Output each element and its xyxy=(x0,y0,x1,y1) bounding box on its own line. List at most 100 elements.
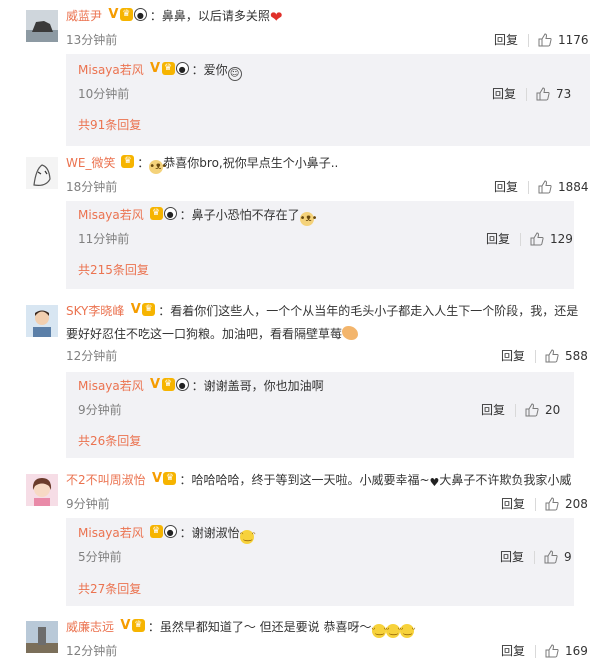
user-badges: ♛ ● xyxy=(149,525,178,546)
smiling-face-icon: ᵕ‿ᵕ xyxy=(399,624,416,638)
verified-v-icon: V xyxy=(130,302,141,317)
reply-colon: ： xyxy=(179,208,192,222)
reply-button[interactable]: 回复 xyxy=(501,640,525,662)
avatar[interactable] xyxy=(26,157,58,189)
like-count: 1176 xyxy=(558,33,589,47)
comment-time: 12分钟前 xyxy=(66,644,118,658)
like-button[interactable]: 9 xyxy=(544,546,572,568)
divider xyxy=(528,34,529,47)
like-button[interactable]: 20 xyxy=(525,399,560,421)
reply-button[interactable]: 回复 xyxy=(494,29,518,51)
member-crown-icon: ♛ xyxy=(119,8,133,21)
tongue-face-icon: ᵔ‿ᵔ xyxy=(239,530,256,544)
reply-time: 5分钟前 xyxy=(78,550,122,564)
like-button[interactable]: 129 xyxy=(530,228,573,250)
reply-button[interactable]: 回复 xyxy=(500,546,524,568)
reply-box: Misaya若风 V ♛ ● ：谢谢盖哥，你也加油啊 9分钟前 回复 20 共26条回… xyxy=(66,372,574,458)
reply-time: 9分钟前 xyxy=(78,403,122,417)
like-button[interactable]: 208 xyxy=(545,493,588,515)
member-crown-icon: ♛ xyxy=(161,62,175,75)
more-replies-link[interactable]: 共215条回复 xyxy=(78,261,149,278)
panda-icon: ● xyxy=(163,207,177,220)
reply-meta: 5分钟前 回复 9 xyxy=(78,546,572,568)
member-crown-icon: ♛ xyxy=(121,155,135,168)
reply-button[interactable]: 回复 xyxy=(501,345,525,367)
member-crown-icon: ♛ xyxy=(131,619,145,632)
comment-time: 13分钟前 xyxy=(66,33,118,47)
reply-button[interactable]: 回复 xyxy=(492,83,516,105)
comment-time: 9分钟前 xyxy=(66,497,110,511)
user-badges: V ♛ xyxy=(120,619,146,640)
reply-username[interactable]: Misaya若风 xyxy=(78,63,144,77)
thumbs-up-icon xyxy=(525,403,539,417)
comment-text-continued: 大鼻子不许欺负我家小威 xyxy=(439,473,572,487)
thumbs-up-icon xyxy=(538,180,552,194)
more-replies-link[interactable]: 共91条回复 xyxy=(78,116,141,133)
reply-button[interactable]: 回复 xyxy=(494,176,518,198)
like-button[interactable]: 73 xyxy=(536,83,571,105)
reply-username[interactable]: Misaya若风 xyxy=(78,526,144,540)
divider xyxy=(534,551,535,564)
smiling-face-icon: ᵕ‿ᵕ xyxy=(371,624,388,638)
thumbs-up-icon xyxy=(538,33,552,47)
comment-time: 12分钟前 xyxy=(66,349,118,363)
comment-username[interactable]: 威蓝尹 xyxy=(66,9,102,23)
thumbs-up-icon xyxy=(530,232,544,246)
black-heart-icon: ♥ xyxy=(429,476,440,489)
like-count: 1884 xyxy=(558,180,589,194)
reply-box: Misaya若风 ♛ ● ：谢谢淑怡ᵔ‿ᵔ 5分钟前 回复 9 共27条回复 xyxy=(66,518,574,606)
comment-text: 看着你们这些人，一个个从当年的毛头小子都走入人生下一个阶段，我，还是 xyxy=(170,304,579,318)
thumbs-up-icon xyxy=(545,497,559,511)
smile-icon: ☺ xyxy=(227,67,242,81)
reply-username[interactable]: Misaya若风 xyxy=(78,379,144,393)
comment-username[interactable]: SKY李晓峰 xyxy=(66,304,124,318)
thumbs-up-icon xyxy=(544,550,558,564)
thumbs-up-icon xyxy=(536,87,550,101)
like-button[interactable]: 588 xyxy=(545,345,588,367)
avatar[interactable] xyxy=(26,305,58,337)
more-replies-link[interactable]: 共26条回复 xyxy=(78,432,141,449)
reply-button[interactable]: 回复 xyxy=(481,399,505,421)
member-crown-icon: ♛ xyxy=(161,378,175,391)
user-badges: V ♛ ● xyxy=(150,378,190,399)
reply-item: Misaya若风 V ♛ ● ：爱你 ☺ 10分钟前 回复 73 xyxy=(78,60,578,105)
verified-v-icon: V xyxy=(150,377,161,392)
user-badges: V ♛ ● xyxy=(150,62,190,83)
divider xyxy=(526,88,527,101)
like-count: 169 xyxy=(565,644,588,658)
reply-button[interactable]: 回复 xyxy=(486,228,510,250)
smiling-face-icon: ᵕ‿ᵕ xyxy=(385,624,402,638)
avatar[interactable] xyxy=(26,621,58,653)
reply-text: 鼻子小恐怕不存在了 xyxy=(191,208,300,222)
more-replies-link[interactable]: 共27条回复 xyxy=(78,580,141,597)
divider xyxy=(520,233,521,246)
comment-meta: 13分钟前 回复 1176 xyxy=(66,29,592,51)
like-button[interactable]: 1176 xyxy=(538,29,589,51)
panda-icon: ● xyxy=(163,525,177,538)
divider xyxy=(515,404,516,417)
verified-v-icon: V xyxy=(120,618,131,633)
avatar[interactable] xyxy=(26,474,58,506)
comment-text-continued: 要好好忍住不吃这一口狗粮。加油吧，看看隔壁草莓 xyxy=(66,327,343,341)
reply-username[interactable]: Misaya若风 xyxy=(78,208,144,222)
comment-username[interactable]: 威廉志远 xyxy=(66,620,114,634)
reply-meta: 11分钟前 回复 129 xyxy=(78,228,573,250)
reply-meta: 10分钟前 回复 73 xyxy=(78,83,578,105)
divider xyxy=(535,498,536,511)
comment-colon: ： xyxy=(147,620,160,634)
verified-v-icon: V xyxy=(151,471,162,486)
reply-button[interactable]: 回复 xyxy=(501,493,525,515)
user-badges: ♛ ● xyxy=(149,207,178,228)
reply-item: Misaya若风 ♛ ● ：鼻子小恐怕不存在了•ᴥ• 11分钟前 回复 129 xyxy=(78,205,573,250)
like-count: 129 xyxy=(550,232,573,246)
comment-username[interactable]: 不2不叫周淑怡 xyxy=(66,473,146,487)
user-badges: V ♛ ● xyxy=(108,8,148,29)
reply-colon: ： xyxy=(191,63,204,77)
like-button[interactable]: 1884 xyxy=(538,176,589,198)
avatar[interactable] xyxy=(26,10,58,42)
comment-time: 18分钟前 xyxy=(66,180,118,194)
divider xyxy=(535,350,536,363)
reply-box: Misaya若风 ♛ ● ：鼻子小恐怕不存在了•ᴥ• 11分钟前 回复 129 共2… xyxy=(66,201,574,289)
like-button[interactable]: 169 xyxy=(545,640,588,662)
comment-username[interactable]: WE_微笑 xyxy=(66,156,115,170)
